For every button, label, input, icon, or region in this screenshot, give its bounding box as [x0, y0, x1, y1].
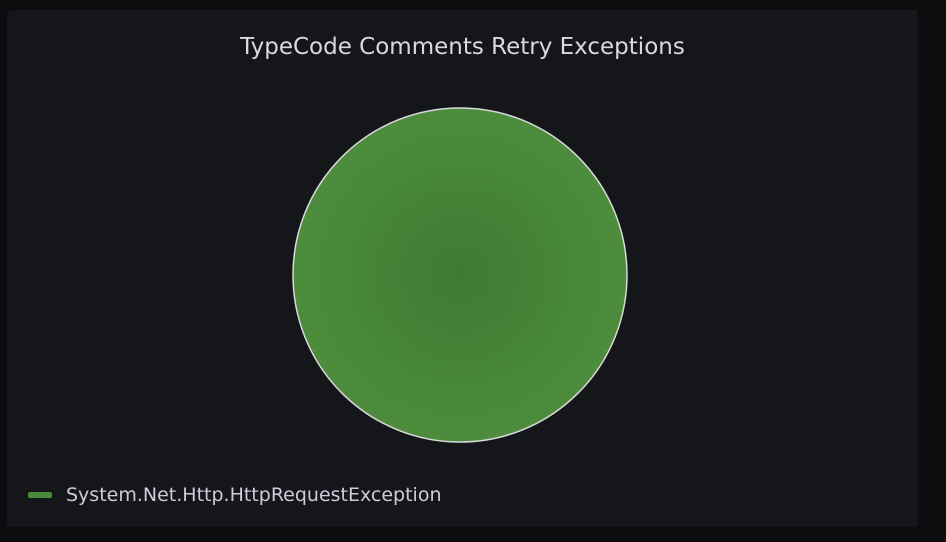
legend: System.Net.Http.HttpRequestException	[28, 484, 442, 506]
pie-chart	[292, 107, 628, 443]
legend-label-0[interactable]: System.Net.Http.HttpRequestException	[66, 484, 442, 506]
legend-swatch-0	[28, 492, 52, 498]
chart-panel: TypeCode Comments Retry Exceptions Syste…	[7, 10, 918, 527]
pie-slice-0[interactable]	[292, 107, 628, 443]
pie-slices	[292, 107, 628, 443]
